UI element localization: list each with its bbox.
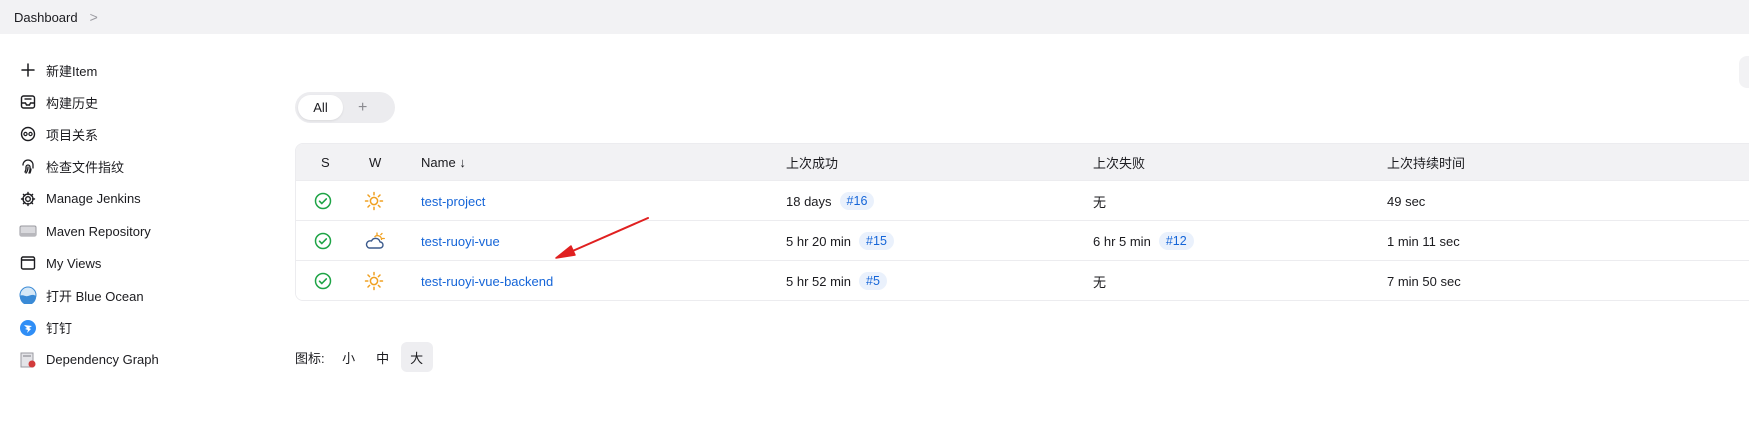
sidebar-item-build-history[interactable]: 构建历史 <box>18 86 258 118</box>
breadcrumb-bar: Dashboard > <box>0 0 1749 34</box>
last-failure-cell: 6 hr 5 min #12 <box>1093 221 1194 261</box>
sidebar-item-maven-repository[interactable]: Maven Repository <box>18 215 258 247</box>
last-duration-cell: 49 sec <box>1387 181 1425 221</box>
icon-size-large[interactable]: 大 <box>400 342 433 372</box>
build-link[interactable]: #16 <box>839 192 875 210</box>
status-success-icon <box>314 181 332 221</box>
header-last-success[interactable]: 上次成功 <box>786 153 838 172</box>
last-failure-time: 6 hr 5 min <box>1093 233 1151 249</box>
sidebar-item-my-views[interactable]: My Views <box>18 247 258 279</box>
side-panel-toggle[interactable] <box>1739 56 1749 88</box>
breadcrumb-separator[interactable]: > <box>90 9 98 25</box>
jobs-table: S W Name ↓ 上次成功 上次失败 上次持续时间 test-project… <box>295 143 1749 301</box>
sidebar-item-label: 钉钉 <box>46 321 73 337</box>
last-duration: 1 min 11 sec <box>1387 233 1460 249</box>
add-view-button[interactable]: + <box>358 99 367 117</box>
sidebar-item-blue-ocean[interactable]: 打开 Blue Ocean <box>18 279 258 311</box>
job-link[interactable]: test-ruoyi-vue-backend <box>421 274 553 289</box>
table-row: test-ruoyi-vue 5 hr 20 min #15 6 hr 5 min… <box>296 220 1749 260</box>
last-failure-cell: 无 <box>1093 261 1107 300</box>
gear-icon <box>18 189 38 209</box>
icon-size-medium[interactable]: 中 <box>367 342 399 372</box>
drive-icon <box>18 221 38 241</box>
sidebar-item-label: 打开 Blue Ocean <box>46 288 144 304</box>
last-success-time: 18 days <box>786 193 832 209</box>
job-link[interactable]: test-ruoyi-vue <box>421 234 500 249</box>
last-duration-cell: 7 min 50 sec <box>1387 261 1461 300</box>
view-tabs: All + <box>295 92 395 123</box>
table-header: S W Name ↓ 上次成功 上次失败 上次持续时间 <box>296 144 1749 180</box>
last-failure-cell: 无 <box>1093 181 1106 221</box>
blue-ocean-icon <box>18 285 38 305</box>
header-status[interactable]: S <box>321 155 330 170</box>
sidebar-item-manage-jenkins[interactable]: Manage Jenkins <box>18 183 258 215</box>
last-failure-time: 无 <box>1093 274 1107 290</box>
last-success-cell: 18 days #16 <box>786 181 875 221</box>
icon-size-label: 图标: <box>295 350 325 366</box>
header-last-duration[interactable]: 上次持续时间 <box>1387 153 1465 172</box>
build-link[interactable]: #15 <box>859 232 894 250</box>
tab-all[interactable]: All <box>298 95 343 120</box>
last-success-time: 5 hr 52 min <box>786 273 852 289</box>
sidebar-item-new-item[interactable]: 新建Item <box>18 54 258 86</box>
last-duration-cell: 1 min 11 sec <box>1387 221 1460 261</box>
status-success-icon <box>314 261 332 300</box>
last-success-cell: 5 hr 20 min #15 <box>786 221 894 261</box>
sidebar-item-label: 新建Item <box>46 63 98 79</box>
sidebar-item-label: Dependency Graph <box>46 352 159 368</box>
last-failure-time: 无 <box>1093 194 1107 210</box>
sidebar-item-label: My Views <box>46 255 102 271</box>
sidebar-item-project-relationship[interactable]: 项目关系 <box>18 118 258 150</box>
sort-down-icon: ↓ <box>459 154 466 170</box>
sidebar-item-label: 检查文件指纹 <box>46 160 125 176</box>
sidebar: 新建Item 构建历史 项目关系 检查文件指纹 Manage Jenkins M… <box>18 54 258 376</box>
inbox-icon <box>18 92 38 112</box>
last-duration: 49 sec <box>1387 193 1426 209</box>
dependency-graph-icon <box>18 350 38 370</box>
breadcrumb-dashboard[interactable]: Dashboard <box>14 10 78 25</box>
last-success-cell: 5 hr 52 min #5 <box>786 261 887 300</box>
icon-size-small[interactable]: 小 <box>333 342 365 372</box>
plus-icon <box>18 60 38 80</box>
job-name-cell: test-ruoyi-vue <box>421 221 500 261</box>
header-name[interactable]: Name ↓ <box>421 155 466 170</box>
dingtalk-icon <box>18 318 38 338</box>
sidebar-item-fingerprint[interactable]: 检查文件指纹 <box>18 151 258 183</box>
sidebar-item-label: 项目关系 <box>46 127 99 143</box>
header-weather[interactable]: W <box>369 155 381 170</box>
header-last-failure[interactable]: 上次失败 <box>1093 153 1145 172</box>
sidebar-item-label: 构建历史 <box>46 95 99 111</box>
build-link[interactable]: #5 <box>859 272 887 290</box>
weather-cloudy-icon <box>364 221 386 261</box>
sidebar-item-dingtalk[interactable]: 钉钉 <box>18 312 258 344</box>
table-row: test-ruoyi-vue-backend 5 hr 52 min #5 无 7… <box>296 260 1749 300</box>
sidebar-item-label: Maven Repository <box>46 223 151 239</box>
job-link[interactable]: test-project <box>421 194 485 209</box>
weather-sunny-icon <box>364 181 384 221</box>
sidebar-item-label: Manage Jenkins <box>46 191 141 207</box>
sidebar-item-dependency-graph[interactable]: Dependency Graph <box>18 344 258 376</box>
status-success-icon <box>314 221 332 261</box>
relationship-icon <box>18 124 38 144</box>
table-row: test-project 18 days #16 无 49 sec <box>296 180 1749 220</box>
last-duration: 7 min 50 sec <box>1387 273 1461 289</box>
job-name-cell: test-ruoyi-vue-backend <box>421 261 553 300</box>
last-success-time: 5 hr 20 min <box>786 233 852 249</box>
fingerprint-icon <box>18 157 38 177</box>
weather-sunny-icon <box>364 261 384 300</box>
header-name-label: Name <box>421 154 456 170</box>
icon-size-selector: 图标: 小 中 大 <box>295 342 433 372</box>
build-link[interactable]: #12 <box>1158 232 1194 250</box>
window-icon <box>18 253 38 273</box>
job-name-cell: test-project <box>421 181 485 221</box>
